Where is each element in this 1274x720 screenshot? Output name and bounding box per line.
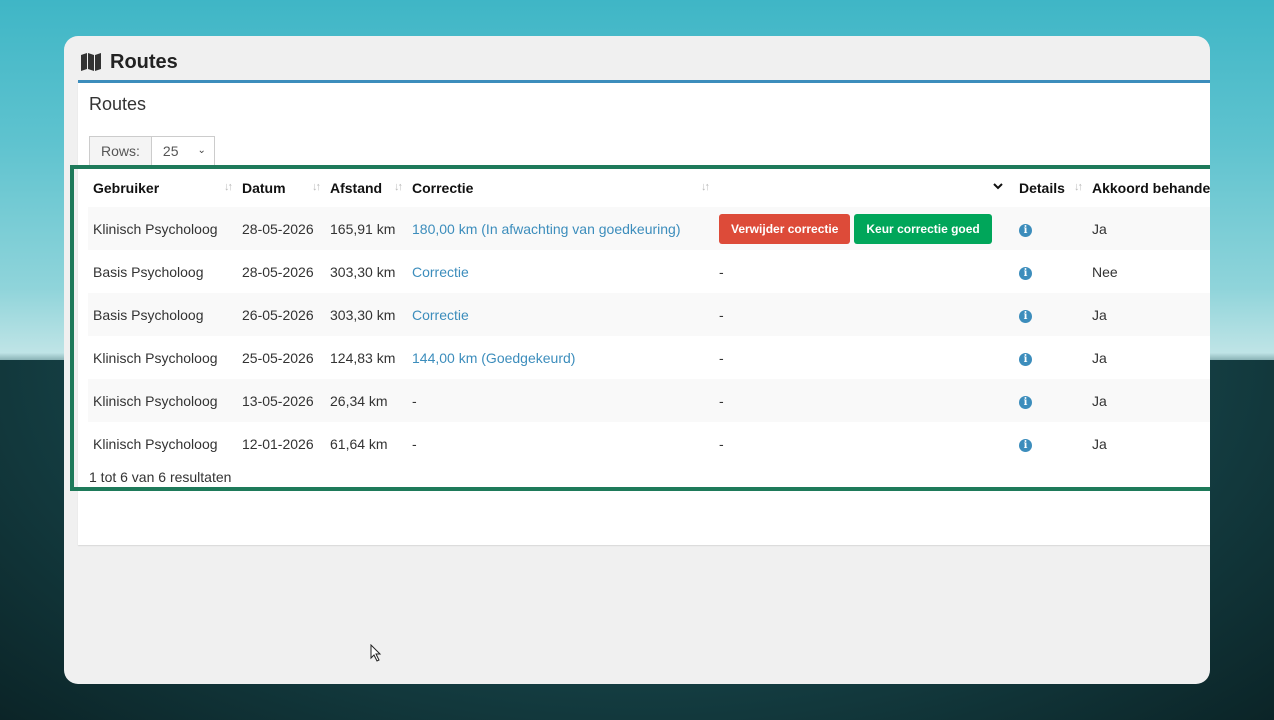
sort-icon: ↓↑ [701,181,710,193]
cell-distance: 303,30 km [325,293,407,336]
cell-approved: Ja [1087,293,1210,336]
sort-icon: ↓↑ [1074,181,1083,193]
rows-label: Rows: [90,137,152,165]
column-header-user[interactable]: Gebruiker ↓↑ [88,169,237,207]
routes-table: Gebruiker ↓↑ Datum ↓↑ Afstand ↓↑ Correctie ↓… [88,169,1210,465]
cell-details: i [1014,293,1087,336]
info-circle-icon[interactable]: i [1019,224,1032,237]
column-header-correction[interactable]: Correctie ↓↑ [407,169,714,207]
correction-link[interactable]: Correctie [412,264,469,280]
column-header-date[interactable]: Datum ↓↑ [237,169,325,207]
table-row: Basis Psycholoog 28-05-2026 303,30 km Co… [88,250,1210,293]
info-circle-icon[interactable]: i [1019,439,1032,452]
table-row: Klinisch Psycholoog 25-05-2026 124,83 km… [88,336,1210,379]
table-row: Klinisch Psycholoog 12-01-2026 61,64 km … [88,422,1210,465]
cell-actions: - [719,435,724,452]
cell-user: Klinisch Psycholoog [93,435,218,452]
map-icon [80,51,102,73]
rows-select[interactable]: 25 ⌄ [152,137,214,165]
cell-distance: 61,64 km [330,435,388,452]
cell-details: i [1014,207,1087,250]
mouse-cursor-icon [370,643,382,667]
rows-per-page: Rows: 25 ⌄ [89,136,215,166]
cell-actions: - [719,349,724,366]
cell-distance: 26,34 km [325,379,407,422]
cell-date: 28-05-2026 [237,207,325,250]
cell-correction: - [407,379,714,422]
info-circle-icon[interactable]: i [1019,396,1032,409]
column-header-actions[interactable] [714,169,1014,207]
card-title: Routes [89,94,147,114]
cell-details: i [1014,336,1087,379]
cell-user: Klinisch Psycholoog [88,207,237,250]
cell-user: Basis Psycholoog [93,263,204,280]
cell-correction: Correctie [407,250,714,293]
table-header-row: Gebruiker ↓↑ Datum ↓↑ Afstand ↓↑ Correctie ↓… [88,169,1210,207]
cell-approved: Nee [1092,263,1118,280]
cell-details: i [1014,422,1087,465]
cell-actions: - [714,293,1014,336]
sort-icon: ↓↑ [312,181,321,193]
table-row: Basis Psycholoog 26-05-2026 303,30 km Co… [88,293,1210,336]
cell-date: 25-05-2026 [242,349,314,366]
info-circle-icon[interactable]: i [1019,267,1032,280]
cell-user: Klinisch Psycholoog [93,349,218,366]
cell-approved: Ja [1087,207,1210,250]
info-circle-icon[interactable]: i [1019,310,1032,323]
page-title: Routes [110,50,178,73]
cell-correction: Correctie [407,293,714,336]
table-row: Klinisch Psycholoog 13-05-2026 26,34 km … [88,379,1210,422]
sort-icon: ↓↑ [224,181,233,193]
column-header-details[interactable]: Details ↓↑ [1014,169,1087,207]
table-row: Klinisch Psycholoog 28-05-2026 165,91 km… [88,207,1210,250]
chevron-down-icon: ⌄ [197,145,206,156]
cell-date: 26-05-2026 [237,293,325,336]
correction-link[interactable]: 144,00 km (Goedgekeurd) [412,350,575,366]
info-circle-icon[interactable]: i [1019,353,1032,366]
cell-distance: 303,30 km [330,263,396,280]
column-header-distance[interactable]: Afstand ↓↑ [325,169,407,207]
cell-distance: 165,91 km [325,207,407,250]
cell-details: i [1014,250,1087,293]
results-summary: 1 tot 6 van 6 resultaten [89,469,232,485]
cell-approved: Ja [1092,349,1107,366]
cell-date: 28-05-2026 [242,263,314,280]
cell-correction: 180,00 km (In afwachting van goedkeuring… [407,207,714,250]
cell-date: 13-05-2026 [237,379,325,422]
cell-date: 12-01-2026 [242,435,314,452]
correction-link[interactable]: 180,00 km (In afwachting van goedkeuring… [412,221,681,237]
cell-user: Basis Psycholoog [88,293,237,336]
cell-correction: 144,00 km (Goedgekeurd) [407,336,714,379]
cell-details: i [1014,379,1087,422]
sort-icon: ↓↑ [394,181,403,193]
chevron-down-icon [992,179,1004,195]
remove-correction-button[interactable]: Verwijder correctie [719,213,851,244]
cell-user: Klinisch Psycholoog [88,379,237,422]
app-window: Routes Routes Rows: 25 ⌄ Gebruiker ↓↑ Dat… [64,36,1210,684]
cell-actions: - [719,263,724,280]
column-header-approved[interactable]: Akkoord behandel [1087,169,1210,207]
cell-distance: 124,83 km [330,349,396,366]
cell-approved: Ja [1092,435,1107,452]
correction-link[interactable]: Correctie [412,307,469,323]
cell-approved: Ja [1087,379,1210,422]
cell-actions: Verwijder correctie Keur correctie goed [714,207,1014,250]
rows-select-value: 25 [162,143,179,159]
approve-correction-button[interactable]: Keur correctie goed [854,213,992,244]
page-header: Routes [80,44,178,80]
cell-correction: - [412,435,417,452]
cell-actions: - [714,379,1014,422]
